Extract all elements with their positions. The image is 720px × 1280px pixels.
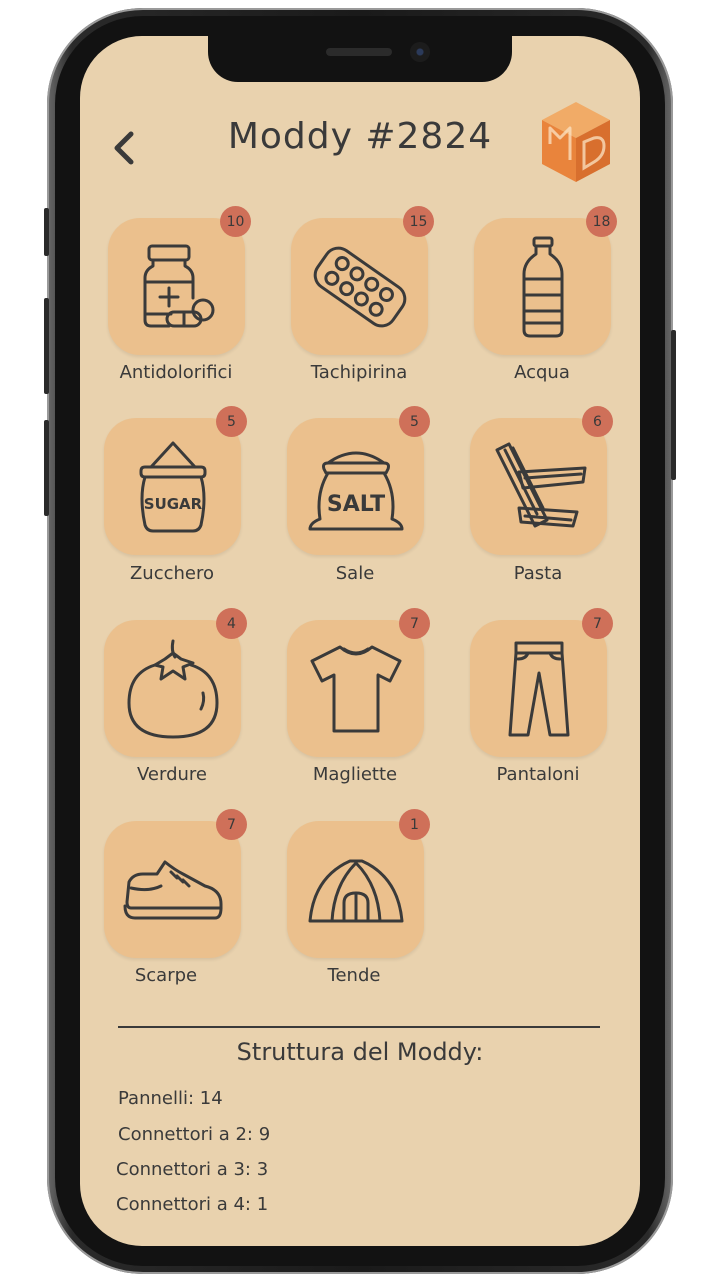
item-tile-acqua[interactable]: [474, 218, 611, 355]
app-screen: Moddy #2824 10 Antidolorifici 15 Tachipi…: [80, 36, 640, 1246]
item-label: Sale: [335, 563, 375, 584]
item-label: Verdure: [137, 764, 207, 785]
volume-down-button: [44, 420, 49, 516]
section-divider: [118, 1026, 600, 1028]
item-tile-sale[interactable]: SALT: [287, 418, 424, 555]
item-tile-pasta[interactable]: [470, 418, 607, 555]
structure-line-connettori-3: Connettori a 3: 3: [116, 1159, 269, 1180]
item-tile-magliette[interactable]: [287, 620, 424, 757]
structure-title: Struttura del Moddy:: [236, 1038, 484, 1066]
earpiece-speaker: [326, 48, 392, 56]
volume-up-button: [44, 298, 49, 394]
item-label: Pasta: [513, 563, 563, 584]
item-label: Pantaloni: [496, 764, 580, 785]
item-label: Tachipirina: [310, 362, 408, 383]
front-camera: [410, 42, 430, 62]
structure-line-connettori-4: Connettori a 4: 1: [116, 1194, 269, 1215]
structure-line-connettori-2: Connettori a 2: 9: [118, 1124, 271, 1145]
count-badge: 4: [216, 608, 247, 639]
count-badge: 1: [399, 809, 430, 840]
moddy-cube-logo[interactable]: [538, 98, 614, 186]
silent-switch: [44, 208, 49, 256]
tent-icon: [308, 859, 403, 922]
count-badge: 10: [220, 206, 251, 237]
item-tile-verdure[interactable]: [104, 620, 241, 757]
count-badge: 15: [403, 206, 434, 237]
sugar-icon-text: SUGAR: [143, 495, 202, 513]
item-tile-zucchero[interactable]: SUGAR: [104, 418, 241, 555]
item-label: Zucchero: [129, 563, 215, 584]
item-tile-pantaloni[interactable]: [470, 620, 607, 757]
item-tile-antidolorifici[interactable]: [108, 218, 245, 355]
item-label: Antidolorifici: [119, 362, 233, 383]
count-badge: 18: [586, 206, 617, 237]
tomato-icon: [127, 639, 218, 738]
water-bottle-icon: [522, 236, 563, 337]
structure-line-pannelli: Pannelli: 14: [118, 1088, 223, 1109]
count-badge: 5: [399, 406, 430, 437]
t-shirt-icon: [310, 645, 401, 732]
item-tile-tende[interactable]: [287, 821, 424, 958]
salt-icon-text: SALT: [326, 492, 384, 517]
count-badge: 6: [582, 406, 613, 437]
count-badge: 7: [399, 608, 430, 639]
sneaker-icon: [123, 860, 222, 919]
power-button: [671, 330, 676, 480]
salt-sack-icon: SALT: [308, 451, 403, 530]
item-label: Acqua: [514, 362, 570, 383]
medicine-bottle-icon: [143, 244, 214, 327]
trousers-icon: [508, 641, 569, 736]
item-label: Scarpe: [134, 965, 198, 986]
item-tile-scarpe[interactable]: [104, 821, 241, 958]
item-label: Tende: [327, 965, 381, 986]
penne-pasta-icon: [495, 442, 586, 527]
pill-blister-icon: [313, 246, 406, 327]
count-badge: 5: [216, 406, 247, 437]
item-tile-tachipirina[interactable]: [291, 218, 428, 355]
count-badge: 7: [216, 809, 247, 840]
item-label: Magliette: [312, 764, 398, 785]
count-badge: 7: [582, 608, 613, 639]
sugar-sack-icon: SUGAR: [139, 441, 206, 532]
notch: [208, 36, 512, 82]
